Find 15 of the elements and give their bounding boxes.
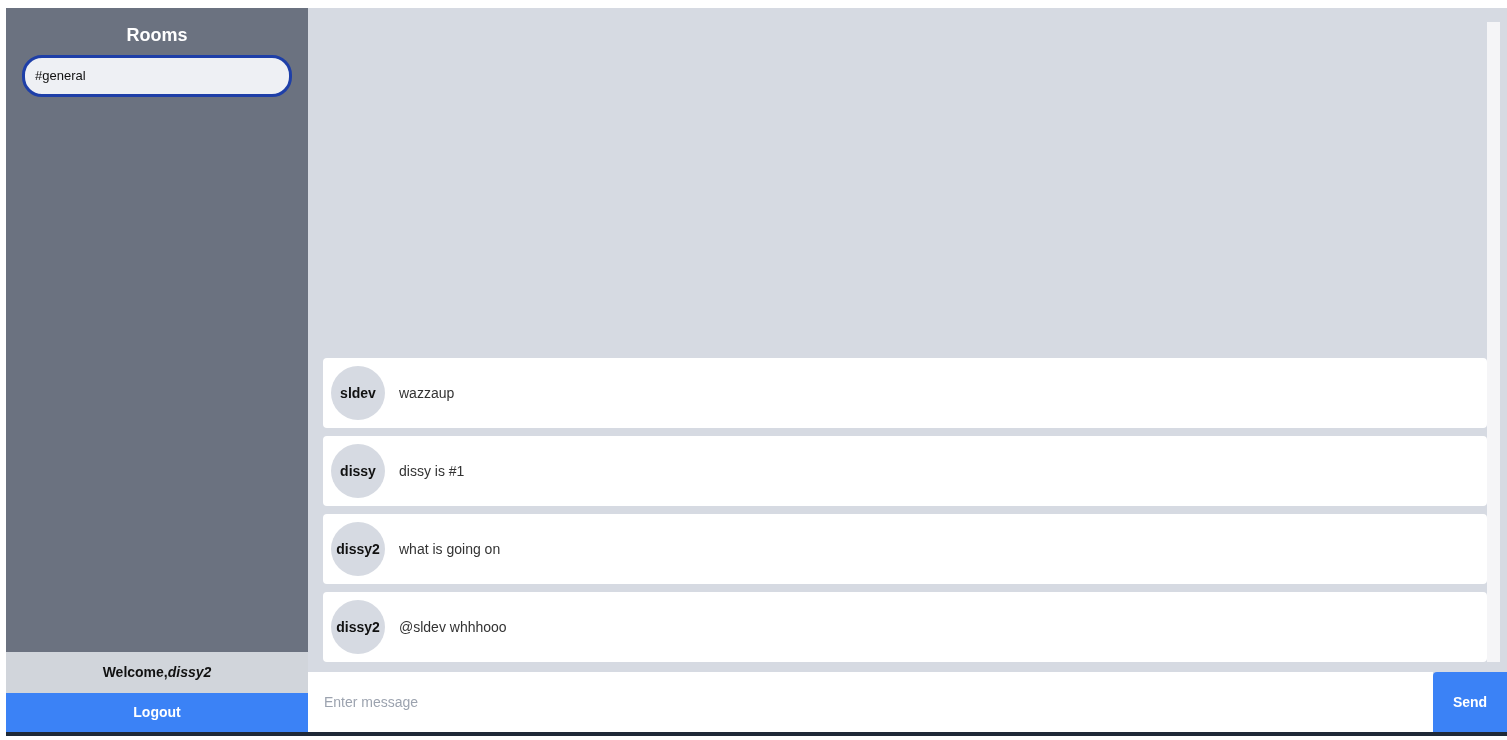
logout-button[interactable]: Logout (6, 693, 308, 732)
room-item[interactable]: #general (22, 55, 292, 97)
message-text: @sldev whhhooo (399, 617, 507, 637)
user-avatar: dissy2 (331, 600, 385, 654)
message-text: dissy is #1 (399, 461, 465, 481)
message-text: wazzaup (399, 383, 455, 403)
user-avatar: sldev (331, 366, 385, 420)
send-button[interactable]: Send (1433, 672, 1507, 732)
sidebar-title: Rooms (125, 24, 189, 47)
user-avatar: dissy (331, 444, 385, 498)
scrollbar[interactable] (1487, 22, 1500, 662)
message-text: what is going on (399, 539, 501, 559)
welcome-text: Welcome,dissy2 (6, 652, 308, 693)
message-input[interactable]: Enter message (308, 672, 1433, 732)
user-avatar: dissy2 (331, 522, 385, 576)
